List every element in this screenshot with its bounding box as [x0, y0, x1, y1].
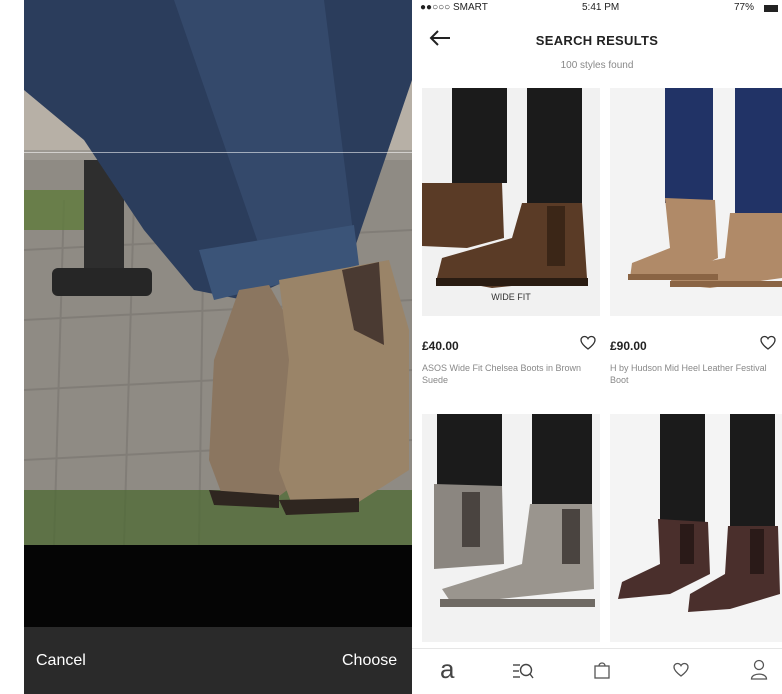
- bag-icon[interactable]: [593, 660, 611, 680]
- crop-guide-top[interactable]: [24, 152, 412, 153]
- product-card[interactable]: WIDE FIT £40.00 ASOS Wide Fit Chelsea Bo…: [422, 88, 600, 398]
- home-logo-icon[interactable]: a: [440, 656, 454, 682]
- product-name: ASOS Wide Fit Chelsea Boots in Brown Sue…: [422, 363, 582, 385]
- product-image[interactable]: [422, 414, 600, 642]
- saved-heart-icon[interactable]: [672, 662, 690, 678]
- cancel-button[interactable]: Cancel: [36, 652, 86, 670]
- product-price: £90.00: [610, 339, 647, 353]
- photo-crop-screen: Cancel Choose: [0, 0, 412, 694]
- heart-icon[interactable]: [580, 335, 596, 351]
- product-image[interactable]: [610, 414, 782, 642]
- product-card[interactable]: [610, 414, 782, 642]
- choose-button[interactable]: Choose: [342, 652, 397, 670]
- product-card[interactable]: £90.00 H by Hudson Mid Heel Leather Fest…: [610, 88, 782, 398]
- search-results-screen: ●●○○○ SMART 5:41 PM 77% SEARCH RESULTS 1…: [412, 0, 782, 694]
- product-card[interactable]: [422, 414, 600, 642]
- clock-label: 5:41 PM: [582, 2, 620, 13]
- results-count: 100 styles found: [560, 60, 634, 71]
- battery-icon: [764, 5, 778, 12]
- product-image[interactable]: WIDE FIT: [422, 88, 600, 316]
- product-badge: WIDE FIT: [491, 292, 531, 302]
- account-icon[interactable]: [750, 659, 768, 681]
- crop-mask: [24, 545, 412, 627]
- product-image[interactable]: [610, 88, 782, 316]
- page-title: SEARCH RESULTS: [535, 33, 659, 48]
- search-filter-icon[interactable]: [512, 662, 534, 680]
- screen-edge: [0, 0, 24, 694]
- heart-icon[interactable]: [760, 335, 776, 351]
- carrier-label: ●●○○○ SMART: [420, 2, 488, 13]
- boot-photo: [24, 0, 412, 545]
- product-name: H by Hudson Mid Heel Leather Festival Bo…: [610, 363, 767, 385]
- battery-label: 77%: [734, 2, 755, 13]
- crop-photo[interactable]: [24, 0, 412, 545]
- product-price: £40.00: [422, 339, 459, 353]
